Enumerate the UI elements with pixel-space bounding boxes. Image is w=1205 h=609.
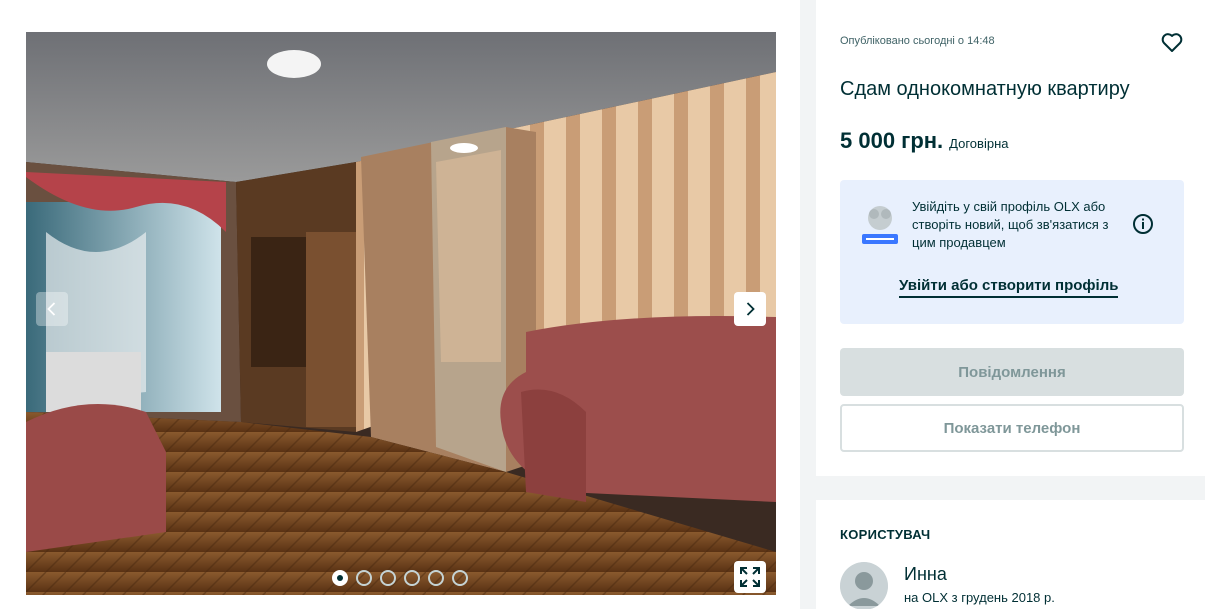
photo-pagination (332, 570, 468, 586)
info-icon[interactable] (1132, 213, 1154, 235)
seller-heading: КОРИСТУВАЧ (840, 527, 931, 542)
pagination-dot[interactable] (428, 570, 444, 586)
apartment-photo-illustration (26, 32, 776, 595)
avatar[interactable] (840, 562, 888, 609)
seller-card: КОРИСТУВАЧ Инна на OLX з грудень 2018 р. (816, 500, 1205, 609)
pagination-dot[interactable] (356, 570, 372, 586)
favorite-button[interactable] (1159, 29, 1185, 55)
listing-price: 5 000 грн. (840, 128, 944, 153)
listing-photo[interactable] (26, 32, 776, 595)
pagination-dot[interactable] (452, 570, 468, 586)
fullscreen-button[interactable] (734, 561, 766, 593)
login-prompt-text: Увійдіть у свій профіль OLX або створіть… (912, 199, 1109, 250)
pagination-dot[interactable] (332, 570, 348, 586)
next-photo-button[interactable] (734, 292, 766, 326)
photo-gallery (0, 0, 800, 609)
login-or-register-link[interactable]: Увійти або створити профіль (899, 277, 1119, 298)
expand-icon (740, 567, 760, 587)
price-row: 5 000 грн. Договірна (840, 128, 1008, 154)
pagination-dot[interactable] (404, 570, 420, 586)
chevron-left-icon (47, 302, 56, 316)
login-prompt: Увійдіть у свій профіль OLX або створіть… (840, 180, 1184, 324)
user-profile-icon (862, 206, 898, 244)
listing-info-card: Опубліковано сьогодні о 14:48 Сдам однок… (816, 0, 1205, 476)
prev-photo-button[interactable] (36, 292, 68, 326)
seller-name[interactable]: Инна (904, 564, 947, 585)
pagination-dot[interactable] (380, 570, 396, 586)
user-avatar-icon (840, 562, 888, 609)
message-button[interactable]: Повідомлення (840, 348, 1184, 396)
listing-title: Сдам однокомнатную квартиру (840, 78, 1130, 100)
show-phone-button[interactable]: Показати телефон (840, 404, 1184, 452)
heart-icon (1161, 33, 1183, 52)
chevron-right-icon (746, 302, 755, 316)
posted-date: Опубліковано сьогодні о 14:48 (840, 35, 995, 47)
negotiable-label: Договірна (949, 136, 1009, 151)
seller-since: на OLX з грудень 2018 р. (904, 590, 1055, 605)
